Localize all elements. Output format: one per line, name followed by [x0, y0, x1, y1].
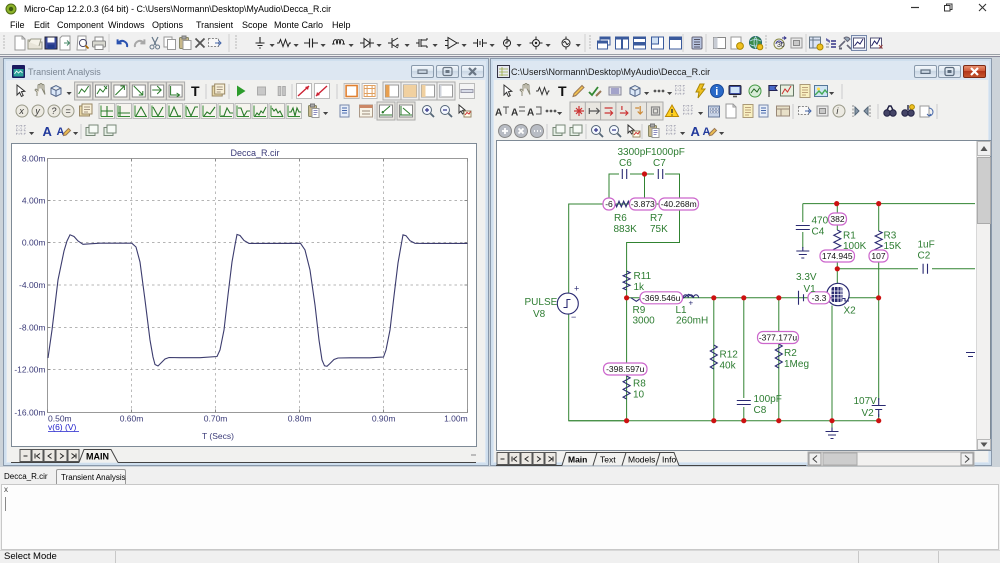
svg-text:=: =	[65, 106, 70, 116]
svg-text:+: +	[574, 284, 579, 294]
svg-text:?: ?	[51, 106, 56, 116]
svg-text:0.80m: 0.80m	[288, 414, 312, 424]
svg-text:4.00m: 4.00m	[22, 196, 46, 206]
svg-text:V2: V2	[862, 408, 875, 419]
svg-text:L1: L1	[676, 305, 688, 316]
svg-text:1.00m: 1.00m	[444, 414, 468, 424]
svg-text:R11: R11	[634, 271, 652, 282]
svg-text:883K: 883K	[614, 224, 638, 235]
svg-text:A: A	[527, 108, 534, 119]
svg-text:−: −	[571, 312, 576, 322]
svg-text:382: 382	[830, 214, 844, 224]
svg-text:-6: -6	[605, 199, 613, 209]
svg-text:107V: 107V	[854, 396, 878, 407]
svg-text:C2: C2	[918, 251, 931, 262]
svg-text:3000: 3000	[633, 316, 656, 327]
svg-text:MAIN: MAIN	[86, 451, 109, 461]
svg-text:Decca_R.cir: Decca_R.cir	[230, 148, 279, 158]
svg-text:A: A	[703, 126, 711, 138]
svg-text:8.00m: 8.00m	[22, 154, 46, 164]
svg-text:30: 30	[777, 42, 785, 49]
svg-text:V1: V1	[804, 284, 817, 295]
svg-text:T (Secs): T (Secs)	[202, 431, 234, 441]
svg-text:R1: R1	[843, 231, 856, 242]
svg-text:A: A	[495, 108, 502, 119]
svg-text:107: 107	[871, 251, 885, 261]
svg-text:R9: R9	[633, 305, 646, 316]
svg-text:40k: 40k	[720, 361, 737, 372]
svg-text:A: A	[43, 124, 53, 139]
svg-text:i: i	[715, 86, 718, 98]
svg-text:470: 470	[812, 216, 829, 227]
svg-text:0.90m: 0.90m	[372, 414, 396, 424]
svg-text:260mH: 260mH	[676, 316, 708, 327]
svg-text:A: A	[691, 124, 701, 139]
svg-text:v(6) (V): v(6) (V)	[48, 422, 77, 432]
svg-text:1000pF: 1000pF	[651, 147, 685, 158]
svg-text:75K: 75K	[650, 224, 668, 235]
svg-text:C4: C4	[812, 227, 825, 238]
svg-text:0.60m: 0.60m	[120, 414, 144, 424]
svg-text:-3.873: -3.873	[631, 199, 655, 209]
svg-text:3300pF: 3300pF	[618, 147, 652, 158]
svg-text:R3: R3	[884, 231, 897, 242]
svg-text:T: T	[191, 83, 200, 99]
svg-text:-377.177u: -377.177u	[759, 333, 798, 343]
svg-text:100pF: 100pF	[754, 394, 782, 405]
svg-text:C7: C7	[653, 158, 666, 169]
svg-text:-12.00m: -12.00m	[14, 365, 45, 375]
svg-text:3.3V: 3.3V	[796, 272, 817, 283]
svg-text:10: 10	[633, 390, 645, 401]
svg-text:-398.597u: -398.597u	[606, 364, 645, 374]
svg-text:Models: Models	[628, 454, 655, 464]
svg-text:C6: C6	[619, 158, 632, 169]
svg-text:174.945: 174.945	[822, 251, 853, 261]
svg-text:0.70m: 0.70m	[204, 414, 228, 424]
svg-text:1uF: 1uF	[918, 240, 935, 251]
svg-text:-4.00m: -4.00m	[19, 280, 45, 290]
svg-text:-8.00m: -8.00m	[19, 323, 45, 333]
svg-text:1k: 1k	[634, 282, 646, 293]
svg-text:R12: R12	[720, 350, 739, 361]
svg-text:R2: R2	[784, 348, 797, 359]
svg-text:A: A	[511, 108, 518, 119]
svg-text:y: y	[34, 106, 40, 116]
svg-text:X2: X2	[844, 306, 857, 317]
svg-text:C8: C8	[754, 405, 767, 416]
svg-text:100K: 100K	[843, 241, 867, 252]
svg-text:A: A	[57, 126, 65, 138]
svg-text:Text: Text	[600, 454, 616, 464]
svg-text:R6: R6	[614, 213, 627, 224]
svg-text:-369.546u: -369.546u	[642, 293, 681, 303]
svg-text:x: x	[18, 106, 24, 116]
svg-text:Info: Info	[662, 454, 676, 464]
svg-text:R8: R8	[633, 379, 646, 390]
svg-text:V8: V8	[533, 309, 546, 320]
svg-text:15K: 15K	[884, 241, 902, 252]
svg-text:T: T	[558, 83, 567, 99]
svg-text:1Meg: 1Meg	[784, 359, 809, 370]
svg-text:PULSE: PULSE	[525, 297, 558, 308]
svg-text:+: +	[689, 299, 694, 308]
svg-text:-40.268m: -40.268m	[661, 199, 697, 209]
svg-text:0.00m: 0.00m	[22, 238, 46, 248]
svg-text:Main: Main	[568, 454, 587, 464]
svg-text:R7: R7	[650, 213, 663, 224]
svg-text:-16.00m: -16.00m	[14, 408, 45, 418]
